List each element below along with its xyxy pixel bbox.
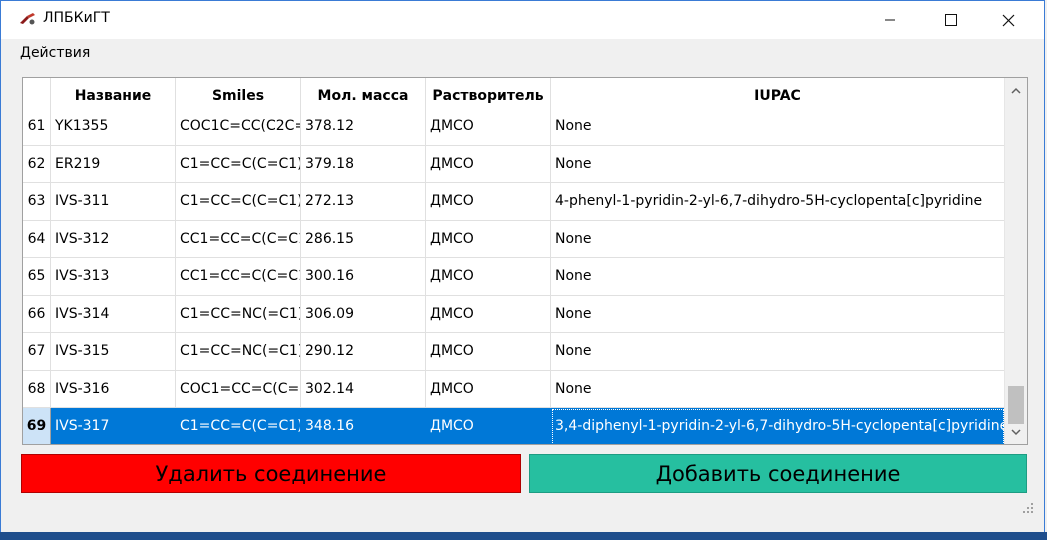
cell-smiles[interactable]: CC1=CC=C(C=C1) [176,220,301,258]
cell-solvent[interactable]: ДМСО [426,408,551,444]
cell-solvent[interactable]: ДМСО [426,295,551,333]
cell-mass[interactable]: 378.12 [301,108,426,146]
window-title: ЛПБКиГТ [43,10,110,26]
cell-iupac[interactable]: None [551,258,1005,296]
table-row[interactable]: 61YK1355COC1C=CC(C2C=C378.12ДМСОNone [23,108,1005,146]
row-number[interactable]: 69 [23,408,51,444]
row-number[interactable]: 67 [23,333,51,371]
cell-solvent[interactable]: ДМСО [426,183,551,221]
row-number[interactable]: 61 [23,108,51,146]
cell-name[interactable]: IVS-317 [51,408,176,444]
cell-name[interactable]: IVS-314 [51,295,176,333]
menu-actions[interactable]: Действия [20,45,90,61]
cell-solvent[interactable]: ДМСО [426,370,551,408]
cell-iupac[interactable]: None [551,333,1005,371]
row-number[interactable]: 66 [23,295,51,333]
cell-name[interactable]: IVS-316 [51,370,176,408]
cell-mass[interactable]: 300.16 [301,258,426,296]
chevron-up-icon [1011,87,1021,94]
cell-mass[interactable]: 302.14 [301,370,426,408]
cell-iupac[interactable]: 4-phenyl-1-pyridin-2-yl-6,7-dihydro-5H-c… [551,183,1005,221]
cell-smiles[interactable]: CC1=CC=C(C=C1C [176,258,301,296]
row-number[interactable]: 68 [23,370,51,408]
maximize-icon [944,14,957,26]
table-row[interactable]: 62 ER219 C1=CC=C(C=C1)C 379.18 ДМСО None [23,145,1005,183]
table-row[interactable]: 68 IVS-316 COC1=CC=C(C=C 302.14 ДМСО None [23,370,1005,408]
add-compound-button[interactable]: Добавить соединение [529,454,1027,493]
cell-name[interactable]: ER219 [51,145,176,183]
cell-mass[interactable]: 379.18 [301,145,426,183]
cell-mass[interactable]: 348.16 [301,408,426,444]
title-bar: ЛПБКиГТ [1,1,1044,39]
cell-smiles[interactable]: C1=CC=NC(=C1)C [176,295,301,333]
app-icon [20,13,35,25]
scroll-up-arrow[interactable] [1005,80,1027,100]
compounds-table[interactable]: Название Smiles Мол. масса Растворитель … [22,77,1028,445]
table-row[interactable]: 66 IVS-314 C1=CC=NC(=C1)C 306.09 ДМСО None [23,295,1005,333]
chevron-down-icon [1011,428,1021,435]
app-window: ЛПБКиГТ Действия Название Smiles Мол. ма… [0,0,1045,532]
row-number[interactable]: 65 [23,258,51,296]
cell-name[interactable]: IVS-315 [51,333,176,371]
cell-name[interactable]: IVS-312 [51,220,176,258]
table-row[interactable]: 65IVS-313CC1=CC=C(C=C1C300.16ДМСОNone [23,258,1005,296]
delete-compound-button[interactable]: Удалить соединение [21,454,521,493]
resize-grip-icon[interactable] [1022,502,1034,514]
table-row[interactable]: 63 IVS-311 C1=CC=C(C=C1)C 272.13 ДМСО 4-pheny… [23,183,1005,221]
close-icon [1002,14,1015,26]
cell-smiles[interactable]: COC1C=CC(C2C=C [176,108,301,146]
scroll-down-arrow[interactable] [1005,422,1027,442]
scroll-thumb[interactable] [1008,386,1024,424]
cell-mass[interactable]: 286.15 [301,220,426,258]
menu-bar: Действия [1,39,1044,65]
cell-smiles[interactable]: C1=CC=C(C=C1)C [176,183,301,221]
cell-iupac[interactable]: None [551,220,1005,258]
cell-iupac[interactable]: None [551,295,1005,333]
cell-name[interactable]: IVS-313 [51,258,176,296]
table-row[interactable]: 69 IVS-317 C1=CC=C(C=C1)C 348.16 ДМСО 3,4-dip… [23,408,1005,444]
minimize-button[interactable] [867,1,912,39]
cell-name[interactable]: IVS-311 [51,183,176,221]
cell-iupac[interactable]: 3,4-diphenyl-1-pyridin-2-yl-6,7-dihydro-… [551,408,1005,444]
minimize-icon [884,19,895,21]
row-number[interactable]: 63 [23,183,51,221]
cell-solvent[interactable]: ДМСО [426,258,551,296]
row-number[interactable]: 62 [23,145,51,183]
cell-mass[interactable]: 290.12 [301,333,426,371]
cell-iupac[interactable]: None [551,370,1005,408]
maximize-button[interactable] [928,1,973,39]
cell-iupac[interactable]: None [551,108,1005,146]
cell-iupac[interactable]: None [551,145,1005,183]
cell-smiles[interactable]: COC1=CC=C(C=C [176,370,301,408]
cell-name[interactable]: YK1355 [51,108,176,146]
cell-solvent[interactable]: ДМСО [426,108,551,146]
cell-solvent[interactable]: ДМСО [426,333,551,371]
taskbar-strip [0,532,1047,540]
close-button[interactable] [986,1,1031,39]
cell-mass[interactable]: 272.13 [301,183,426,221]
vertical-scrollbar[interactable] [1004,78,1027,444]
cell-solvent[interactable]: ДМСО [426,220,551,258]
cell-smiles[interactable]: C1=CC=C(C=C1)C [176,408,301,444]
cell-mass[interactable]: 306.09 [301,295,426,333]
table-row[interactable]: 64 IVS-312 CC1=CC=C(C=C1) 286.15 ДМСО None [23,220,1005,258]
table-row[interactable]: 67 IVS-315 C1=CC=NC(=C1)C 290.12 ДМСО None [23,333,1005,371]
cell-solvent[interactable]: ДМСО [426,145,551,183]
row-number[interactable]: 64 [23,220,51,258]
cell-smiles[interactable]: C1=CC=NC(=C1)C [176,333,301,371]
cell-smiles[interactable]: C1=CC=C(C=C1)C [176,145,301,183]
